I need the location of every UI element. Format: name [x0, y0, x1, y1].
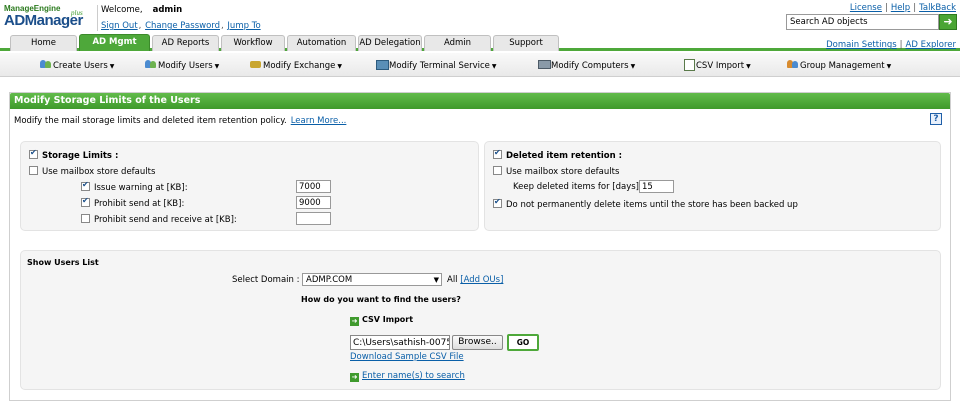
sign-out-link[interactable]: Sign Out [101, 21, 138, 31]
tab-workflow[interactable]: Workflow [221, 35, 285, 51]
logo-suffix: plus [71, 9, 83, 17]
prohibit-send-input[interactable]: 9000 [296, 196, 331, 209]
change-password-link[interactable]: Change Password [145, 21, 220, 31]
tab-automation[interactable]: Automation [287, 35, 356, 51]
caret-down-icon: ▼ [491, 63, 497, 70]
jump-to-link[interactable]: Jump To [227, 21, 260, 31]
submenu-modify-computers[interactable]: Modify Computers ▼ [538, 59, 635, 71]
csv-import-option[interactable]: ➜ CSV Import [350, 315, 413, 326]
retention-use-defaults: Use mailbox store defaults [493, 166, 619, 177]
caret-down-icon: ▼ [630, 63, 636, 70]
domain-select[interactable]: ADMP.COM ▼ [302, 273, 442, 286]
users-list-title: Show Users List [27, 258, 99, 267]
prohibit-send-receive-checkbox[interactable] [81, 214, 90, 223]
tabs-right-links: Domain Settings | AD Explorer [826, 40, 956, 50]
storage-limits-checkbox[interactable] [29, 148, 38, 159]
search-go-button[interactable]: ➜ [939, 14, 957, 30]
app-logo[interactable]: ManageEngine ADManager plus [4, 3, 92, 33]
retention-title: Deleted item retention : [493, 148, 622, 161]
panel-description: Modify the mail storage limits and delet… [14, 116, 347, 126]
talkback-link[interactable]: TalkBack [919, 3, 956, 13]
tab-home[interactable]: Home [10, 35, 77, 51]
submenu-group-management[interactable]: Group Management ▼ [787, 59, 891, 71]
tab-admin[interactable]: Admin [424, 35, 491, 51]
username: admin [152, 5, 183, 15]
submenu-csv-import[interactable]: CSV Import ▼ [683, 59, 751, 71]
retention-box: Deleted item retention : Use mailbox sto… [484, 141, 941, 231]
app-header: ManageEngine ADManager plus Welcome, admi… [0, 0, 960, 34]
tab-ad-mgmt[interactable]: AD Mgmt [79, 34, 150, 51]
prohibit-send-row: Prohibit send at [KB]: [81, 196, 184, 209]
help-link[interactable]: Help [891, 3, 910, 13]
find-users-question: How do you want to find the users? [301, 295, 461, 304]
prohibit-send-checkbox[interactable] [81, 196, 90, 207]
arrow-right-icon: ➜ [350, 317, 359, 326]
storage-use-defaults-checkbox[interactable] [29, 166, 38, 175]
welcome-label: Welcome, [101, 5, 143, 15]
browse-button[interactable]: Browse.. [452, 335, 503, 350]
enter-names-option[interactable]: ➜ Enter name(s) to search [350, 371, 465, 382]
license-link[interactable]: License [850, 3, 882, 13]
terminal-icon [376, 59, 389, 70]
main-tabs: Home AD Mgmt AD Reports Workflow Automat… [0, 34, 960, 51]
no-delete-row: Do not permanently delete items until th… [493, 197, 798, 210]
prohibit-send-receive-input[interactable] [296, 212, 331, 225]
submenu-modify-users[interactable]: Modify Users ▼ [145, 59, 219, 71]
sample-csv-row: Download Sample CSV File [350, 352, 464, 362]
prohibit-send-receive-row: Prohibit send and receive at [KB]: [81, 214, 237, 225]
retention-checkbox[interactable] [493, 148, 502, 159]
search-input[interactable]: Search AD objects [786, 14, 939, 30]
retention-use-defaults-checkbox[interactable] [493, 166, 502, 175]
keep-days-label: Keep deleted items for [days]: [513, 182, 642, 192]
storage-limits-box: Storage Limits : Use mailbox store defau… [20, 141, 479, 231]
exchange-icon [250, 59, 262, 69]
no-delete-checkbox[interactable] [493, 197, 502, 208]
tab-support[interactable]: Support [493, 35, 559, 51]
issue-warning-input[interactable]: 7000 [296, 180, 331, 193]
submenu-bar: Create Users ▼ Modify Users ▼ Modify Excha… [0, 53, 960, 77]
issue-warning-checkbox[interactable] [81, 180, 90, 191]
issue-warning-row: Issue warning at [KB]: [81, 180, 188, 193]
arrow-right-icon: ➜ [350, 373, 359, 382]
storage-use-defaults: Use mailbox store defaults [29, 166, 155, 177]
group-icon [787, 59, 799, 69]
submenu-create-users[interactable]: Create Users ▼ [40, 59, 114, 71]
help-icon[interactable]: ? [930, 113, 942, 125]
users-list-box: Show Users List Select Domain : ADMP.COM… [20, 250, 941, 390]
tab-ad-delegation[interactable]: AD Delegation [358, 35, 422, 51]
caret-down-icon: ▼ [109, 63, 115, 70]
csv-file-path-input[interactable]: C:\Users\sathish-0075\ [350, 335, 450, 350]
users-icon [145, 59, 157, 69]
submenu-modify-terminal-service[interactable]: Modify Terminal Service ▼ [376, 59, 497, 71]
dropdown-arrow-icon: ▼ [433, 276, 439, 284]
top-links: License | Help | TalkBack [849, 3, 956, 13]
ad-explorer-link[interactable]: AD Explorer [906, 40, 956, 50]
domain-settings-link[interactable]: Domain Settings [826, 40, 897, 50]
all-label: All [447, 275, 458, 285]
download-sample-csv-link[interactable]: Download Sample CSV File [350, 352, 464, 362]
submenu-modify-exchange[interactable]: Modify Exchange ▼ [250, 59, 342, 71]
caret-down-icon: ▼ [214, 63, 220, 70]
go-button[interactable]: GO [507, 334, 539, 351]
main-panel: Modify Storage Limits of the Users Modif… [9, 92, 951, 401]
panel-title: Modify Storage Limits of the Users [10, 93, 950, 109]
caret-down-icon: ▼ [337, 63, 343, 70]
tab-ad-reports[interactable]: AD Reports [152, 35, 219, 51]
caret-down-icon: ▼ [886, 63, 892, 70]
keep-days-input[interactable]: 15 [639, 180, 674, 193]
users-icon [40, 59, 52, 69]
csv-icon [683, 59, 695, 71]
caret-down-icon: ▼ [746, 63, 751, 70]
storage-limits-title: Storage Limits : [29, 148, 118, 161]
domain-label: Select Domain : [232, 275, 300, 285]
add-ous-row: All [Add OUs] [447, 275, 503, 285]
computer-icon [538, 59, 551, 69]
welcome-block: Welcome, admin Sign Out, Change Password,… [97, 5, 261, 31]
add-ous-link[interactable]: [Add OUs] [460, 275, 503, 285]
learn-more-link[interactable]: Learn More... [291, 116, 347, 126]
